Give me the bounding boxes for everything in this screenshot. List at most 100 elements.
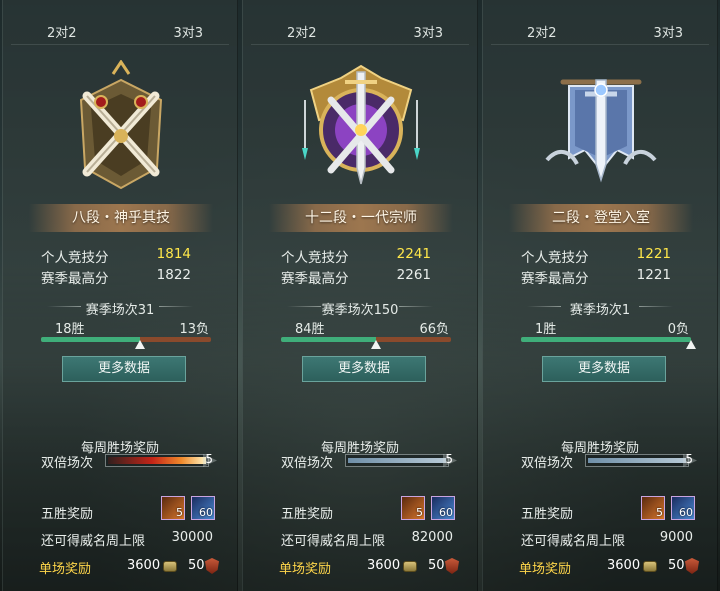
coin-icon <box>643 561 657 572</box>
double-matches-fill <box>348 458 446 463</box>
silver-banner-sword-emblem-icon <box>541 60 661 192</box>
weekly-cap-label: 还可得威名周上限 <box>41 534 146 549</box>
badge-reward-value: 50 <box>188 558 205 573</box>
mode-tabs: 2对2 3对3 <box>3 18 237 42</box>
more-data-button[interactable]: 更多数据 <box>542 356 666 382</box>
personal-score-value: 1814 <box>156 246 191 262</box>
win-loss-bar <box>521 337 696 349</box>
win-ratio-marker <box>371 340 382 349</box>
season-matches: 赛季场次31 <box>85 303 155 318</box>
coin-reward-value: 3600 <box>607 558 641 573</box>
arena-rank-panel-2: 2对2 3对3 十二段・一代宗师 个人竞技分 2241 赛季最高分 2261 赛… <box>242 0 478 591</box>
personal-score-label: 个人竞技分 <box>281 250 349 266</box>
five-win-reward-label: 五胜奖励 <box>281 507 334 522</box>
reward-scroll-icon[interactable]: 60 <box>431 496 455 520</box>
double-matches-label: 双倍场次 <box>281 456 334 471</box>
reward-chest-icon[interactable]: 5 <box>401 496 425 520</box>
five-win-reward-label: 五胜奖励 <box>41 507 94 522</box>
badge-reward-value: 50 <box>668 558 685 573</box>
losses-count: 0负 <box>667 322 689 337</box>
single-match-reward-label: 单场奖励 <box>279 562 332 577</box>
tab-2v2[interactable]: 2对2 <box>527 22 557 41</box>
tab-3v3[interactable]: 3对3 <box>173 22 203 41</box>
arena-rank-panel-1: 2对2 3对3 八段・神乎其技 个人竞技分 1814 赛季最高分 1822 赛季… <box>2 0 238 591</box>
coin-reward-value: 3600 <box>367 558 401 573</box>
season-best-value: 1221 <box>636 267 671 283</box>
reward-scroll-icon[interactable]: 60 <box>671 496 695 520</box>
arena-rank-panel-3: 2对2 3对3 二段・登堂入室 个人竞技分 1221 赛季最高分 1221 赛季… <box>482 0 718 591</box>
double-matches-fill <box>588 458 686 463</box>
personal-score-value: 2241 <box>396 246 431 262</box>
season-best-label: 赛季最高分 <box>281 271 349 287</box>
more-data-button[interactable]: 更多数据 <box>302 356 426 382</box>
double-matches-count: 5 <box>685 452 693 466</box>
double-matches-label: 双倍场次 <box>521 456 574 471</box>
season-matches: 赛季场次150 <box>321 303 399 318</box>
purple-gold-sword-emblem-icon <box>301 60 421 192</box>
losses-count: 13负 <box>179 322 209 337</box>
win-ratio-fill <box>281 337 377 342</box>
single-match-reward-label: 单场奖励 <box>39 562 92 577</box>
weekly-cap-value: 30000 <box>171 530 213 545</box>
badge-icon <box>685 558 699 574</box>
coin-icon <box>163 561 177 572</box>
double-matches-bar <box>345 454 449 467</box>
coin-reward-value: 3600 <box>127 558 161 573</box>
double-matches-bar <box>105 454 209 467</box>
mode-tabs: 2对2 3对3 <box>483 18 717 42</box>
tab-2v2[interactable]: 2对2 <box>47 22 77 41</box>
reward-chest-count: 5 <box>656 506 663 519</box>
win-loss-bar <box>281 337 451 349</box>
season-best-label: 赛季最高分 <box>521 271 589 287</box>
personal-score-label: 个人竞技分 <box>41 250 109 266</box>
single-match-reward-label: 单场奖励 <box>519 562 572 577</box>
reward-chest-icon[interactable]: 5 <box>641 496 665 520</box>
weekly-cap-label: 还可得威名周上限 <box>521 534 626 549</box>
reward-scroll-count: 60 <box>199 506 213 519</box>
season-best-value: 2261 <box>396 267 431 283</box>
more-data-button[interactable]: 更多数据 <box>62 356 186 382</box>
bronze-crossed-swords-emblem-icon <box>61 59 181 192</box>
mode-tabs: 2对2 3对3 <box>243 18 477 42</box>
tab-3v3[interactable]: 3对3 <box>653 22 683 41</box>
win-ratio-fill <box>41 337 140 342</box>
reward-scroll-count: 60 <box>439 506 453 519</box>
reward-scroll-icon[interactable]: 60 <box>191 496 215 520</box>
season-divider-right <box>639 306 673 307</box>
win-ratio-marker <box>686 340 696 349</box>
tab-2v2[interactable]: 2对2 <box>287 22 317 41</box>
five-win-reward-label: 五胜奖励 <box>521 507 574 522</box>
season-best-value: 1822 <box>156 267 191 283</box>
weekly-cap-value: 82000 <box>411 530 453 545</box>
reward-chest-count: 5 <box>416 506 423 519</box>
wins-count: 18胜 <box>55 322 85 337</box>
double-matches-fill <box>108 457 206 464</box>
season-divider-right <box>399 306 433 307</box>
double-matches-label: 双倍场次 <box>41 456 94 471</box>
coin-icon <box>403 561 417 572</box>
season-matches: 赛季场次1 <box>569 303 631 318</box>
badge-icon <box>445 558 459 574</box>
season-best-label: 赛季最高分 <box>41 271 109 287</box>
rank-name: 十二段・一代宗师 <box>269 204 453 232</box>
losses-count: 66负 <box>419 322 449 337</box>
personal-score-value: 1221 <box>636 246 671 262</box>
wins-count: 1胜 <box>535 322 557 337</box>
personal-score-label: 个人竞技分 <box>521 250 589 266</box>
tab-divider <box>491 44 709 45</box>
badge-reward-value: 50 <box>428 558 445 573</box>
win-ratio-fill <box>521 337 691 342</box>
double-matches-count: 5 <box>445 452 453 466</box>
double-matches-bar <box>585 454 689 467</box>
season-divider-right <box>159 306 193 307</box>
reward-chest-count: 5 <box>176 506 183 519</box>
win-loss-bar <box>41 337 211 349</box>
tab-divider <box>251 44 469 45</box>
tab-3v3[interactable]: 3对3 <box>413 22 443 41</box>
badge-icon <box>205 558 219 574</box>
reward-chest-icon[interactable]: 5 <box>161 496 185 520</box>
tab-divider <box>11 44 229 45</box>
rank-name: 八段・神乎其技 <box>29 204 213 232</box>
wins-count: 84胜 <box>295 322 325 337</box>
weekly-cap-value: 9000 <box>659 530 693 545</box>
